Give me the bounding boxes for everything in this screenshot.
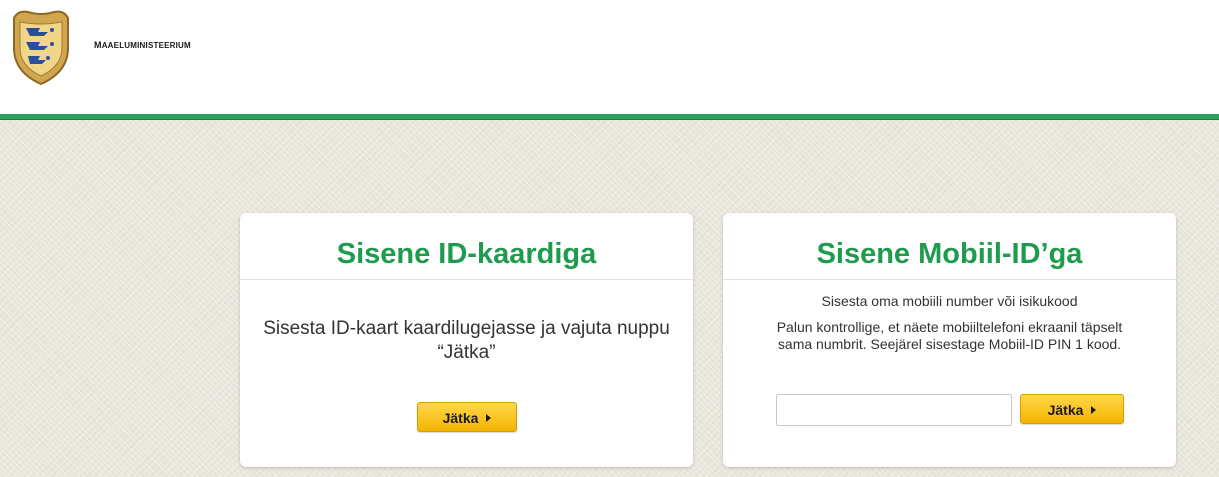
id-card-instructions: Sisesta ID-kaart kaardilugejasse ja vaju… [263,318,670,363]
triangle-right-icon [486,414,492,422]
mobile-number-input[interactable] [776,394,1012,426]
mobile-id-title: Sisene Mobiil-ID’ga [723,213,1176,280]
id-card-login-panel: Sisene ID-kaardiga Sisesta ID-kaart kaar… [240,213,693,467]
mobile-id-continue-label: Jätka [1047,402,1084,418]
mobile-id-instructions: Palun kontrollige, et näete mobiiltelefo… [776,319,1123,352]
id-card-continue-label: Jätka [442,410,479,426]
mobile-id-continue-button[interactable]: Jätka [1020,394,1124,424]
mobile-id-login-panel: Sisene Mobiil-ID’ga Sisesta oma mobiili … [723,213,1176,467]
header: Maaeluministeerium [0,0,1219,114]
coat-of-arms-icon [13,10,69,86]
id-card-title: Sisene ID-kaardiga [240,213,693,280]
id-card-continue-button[interactable]: Jätka [417,402,517,432]
org-name: Maaeluministeerium [94,36,191,51]
triangle-right-icon [1091,406,1097,414]
mobile-id-hint: Sisesta oma mobiili number või isikukood [821,293,1078,309]
